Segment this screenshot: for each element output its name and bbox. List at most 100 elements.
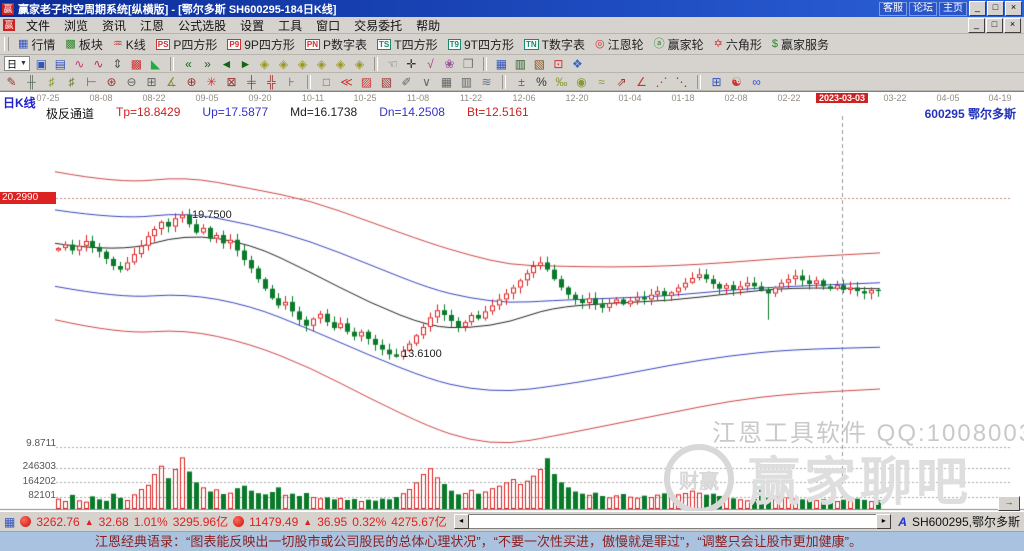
infinity-icon[interactable]: ∞ <box>749 75 764 89</box>
menu-item[interactable]: 公式选股 <box>171 17 233 34</box>
winner-wheel-button[interactable]: ⓐ 赢家轮 <box>650 35 708 54</box>
dense-grid-icon[interactable]: ⊞ <box>144 75 159 89</box>
wedge-icon[interactable]: ∨ <box>419 75 434 89</box>
menu-item[interactable]: 文件 <box>19 17 57 34</box>
period-select[interactable]: 日 ▼ <box>4 56 30 71</box>
t-number-table-button[interactable]: TN T数字表 <box>520 35 589 54</box>
transfer-icon[interactable]: ❖ <box>570 57 585 71</box>
hexagon-button[interactable]: ✡ 六角形 <box>710 35 766 54</box>
gold-coin-icon[interactable]: ◉ <box>574 75 589 89</box>
menu-item[interactable]: 帮助 <box>409 17 447 34</box>
scrollbar-track[interactable] <box>469 514 877 529</box>
t-square-button[interactable]: TS T四方形 <box>373 35 442 54</box>
market-quotes-button[interactable]: ▦ 行情 <box>14 35 59 54</box>
horizontal-scrollbar[interactable]: ◂ ▸ <box>454 515 892 528</box>
indicator-name[interactable]: 极反通道 <box>46 105 94 122</box>
menu-item[interactable]: 设置 <box>233 17 271 34</box>
box-tool-icon[interactable]: ❒ <box>461 57 476 71</box>
forward-arrow-button[interactable]: → <box>998 496 1020 511</box>
gold-section-icon[interactable]: ≈ <box>594 75 609 89</box>
scroll-left-button[interactable]: ◂ <box>454 514 469 529</box>
menu-item[interactable]: 交易委托 <box>347 17 409 34</box>
asterisk-icon[interactable]: ✳ <box>204 75 219 89</box>
measure-icon[interactable]: ⊦ <box>284 75 299 89</box>
hand-tool-icon[interactable]: ☜ <box>385 57 400 71</box>
window-control-button[interactable]: □ <box>987 1 1004 16</box>
calendar-icon[interactable]: ▦ <box>494 57 509 71</box>
grid-color-icon[interactable]: ⊞ <box>709 75 724 89</box>
calculator-icon[interactable]: ▥ <box>513 57 528 71</box>
diamond-down-icon[interactable]: ◈ <box>352 57 367 71</box>
kline-split-icon[interactable]: ╪ <box>244 75 259 89</box>
last-bar-icon[interactable]: » <box>200 57 215 71</box>
prev-bar-icon[interactable]: ◄ <box>219 57 234 71</box>
menu-item[interactable]: 江恩 <box>133 17 171 34</box>
overlay-grid-icon[interactable]: ▩ <box>129 57 144 71</box>
notepad-icon[interactable]: ▧ <box>532 57 547 71</box>
info-list-icon[interactable]: ▤ <box>53 57 68 71</box>
patch-icon[interactable]: ▧ <box>379 75 394 89</box>
t9-square-button[interactable]: T9 9T四方形 <box>444 35 518 54</box>
color-triangle-icon[interactable]: ◣ <box>148 57 163 71</box>
spiral-icon[interactable]: ⊛ <box>104 75 119 89</box>
diamond-expand-icon[interactable]: ◈ <box>295 57 310 71</box>
menu-item[interactable]: 浏览 <box>57 17 95 34</box>
pencil2-icon[interactable]: ✐ <box>399 75 414 89</box>
grid-tool-icon[interactable]: ╫ <box>24 75 39 89</box>
ruler-icon[interactable]: ⊢ <box>84 75 99 89</box>
rays-icon[interactable]: ≪ <box>339 75 354 89</box>
shade-icon[interactable]: ▨ <box>359 75 374 89</box>
winner-service-button[interactable]: $ 赢家服务 <box>768 35 833 54</box>
next-bar-icon[interactable]: ► <box>238 57 253 71</box>
child-window-control-button[interactable]: × <box>1004 18 1021 33</box>
gann-box-icon[interactable]: ♯ <box>44 75 59 89</box>
scale-icon[interactable]: ± <box>514 75 529 89</box>
menu-item[interactable]: 窗口 <box>309 17 347 34</box>
diamond-up-icon[interactable]: ◈ <box>333 57 348 71</box>
waves-icon[interactable]: ≋ <box>479 75 494 89</box>
percent-icon[interactable]: % <box>534 75 549 89</box>
trend-wave2-icon[interactable]: ∿ <box>91 57 106 71</box>
window-control-button[interactable]: _ <box>969 1 986 16</box>
grid-x-icon[interactable]: ⊠ <box>224 75 239 89</box>
diamond-left-icon[interactable]: ◈ <box>257 57 272 71</box>
flower-icon[interactable]: ❀ <box>442 57 457 71</box>
scroll-right-button[interactable]: ▸ <box>876 514 891 529</box>
title-link[interactable]: 论坛 <box>909 2 937 16</box>
monitor-icon[interactable]: ⊡ <box>551 57 566 71</box>
trend-wave-icon[interactable]: ∿ <box>72 57 87 71</box>
title-link[interactable]: 主页 <box>939 2 967 16</box>
sectors-button[interactable]: ▩ 板块 <box>61 35 106 54</box>
permille-icon[interactable]: ‰ <box>554 75 569 89</box>
speed-line-icon[interactable]: ⋰ <box>654 75 669 89</box>
diamond-right-icon[interactable]: ◈ <box>276 57 291 71</box>
kline-button[interactable]: ♒ K线 <box>109 35 150 54</box>
quote-grid-icon[interactable]: ▦ <box>4 515 15 529</box>
title-link[interactable]: 客服 <box>879 2 907 16</box>
menu-item[interactable]: 工具 <box>271 17 309 34</box>
window-layout-icon[interactable]: ▣ <box>34 57 49 71</box>
speed-line2-icon[interactable]: ⋱ <box>674 75 689 89</box>
gann-box2-icon[interactable]: ♯ <box>64 75 79 89</box>
p-number-table-button[interactable]: PN P数字表 <box>301 35 371 54</box>
child-window-control-button[interactable]: _ <box>968 18 985 33</box>
child-window-control-button[interactable]: □ <box>986 18 1003 33</box>
window-control-button[interactable]: × <box>1005 1 1022 16</box>
grid6-icon[interactable]: ▦ <box>439 75 454 89</box>
pin-icon[interactable]: ⇕ <box>110 57 125 71</box>
ellipse-icon[interactable]: ⊖ <box>124 75 139 89</box>
time-div-icon[interactable]: ╬ <box>264 75 279 89</box>
target-icon[interactable]: ⊕ <box>184 75 199 89</box>
pen-icon[interactable]: ✎ <box>4 75 19 89</box>
menu-item[interactable]: 资讯 <box>95 17 133 34</box>
trend-arrow-icon[interactable]: ⇗ <box>614 75 629 89</box>
grid7-icon[interactable]: ▥ <box>459 75 474 89</box>
gann-wheel-button[interactable]: ◎ 江恩轮 <box>591 35 648 54</box>
crosshair-icon[interactable]: ✛ <box>404 57 419 71</box>
first-bar-icon[interactable]: « <box>181 57 196 71</box>
gann-fan-icon[interactable]: ∡ <box>164 75 179 89</box>
polyline-tool-icon[interactable]: √ <box>423 57 438 71</box>
angle-line-icon[interactable]: ∠ <box>634 75 649 89</box>
diamond-shrink-icon[interactable]: ◈ <box>314 57 329 71</box>
rect-tool-icon[interactable]: □ <box>319 75 334 89</box>
